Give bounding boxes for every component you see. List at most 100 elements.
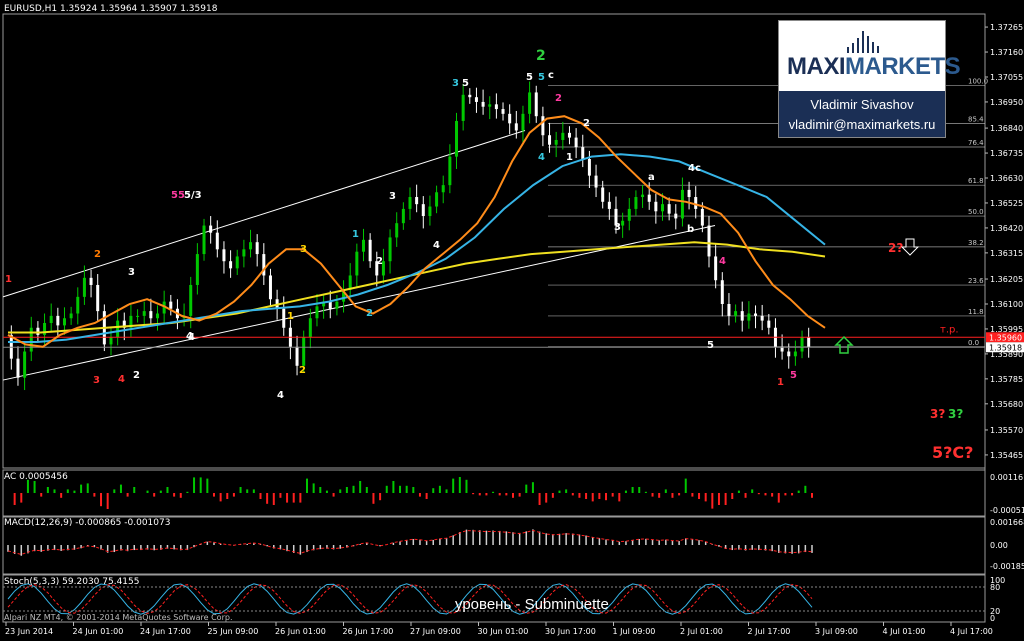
candle-body <box>195 254 199 285</box>
current-price-label: 1.35918 <box>989 343 1022 352</box>
candle-body <box>760 315 764 321</box>
wave-label: 2 <box>376 256 383 267</box>
candle-body <box>415 197 419 205</box>
fib-label: 0.0 <box>968 339 979 347</box>
candle-body <box>521 113 525 131</box>
wave-label: 2 <box>94 249 101 260</box>
candle-body <box>587 158 591 176</box>
candle-body <box>501 109 505 114</box>
price-tick-label: 1.35680 <box>990 400 1023 409</box>
candle-body <box>242 249 246 257</box>
candle-body <box>474 97 478 102</box>
price-tick-label: 1.36315 <box>990 249 1023 258</box>
candle-body <box>601 187 605 202</box>
candle-body <box>268 275 272 300</box>
price-tick-label: 1.37265 <box>990 23 1023 32</box>
logo-bars-icon <box>847 29 887 53</box>
wave-degree-caption: уровень - Subminuette <box>455 596 609 613</box>
candle-body <box>554 139 558 145</box>
price-tick-label: 1.36525 <box>990 199 1023 208</box>
price-tick-label: 1.37055 <box>990 73 1023 82</box>
candle-body <box>647 194 651 202</box>
time-axis: 23 Jun 2014 24 Jun 01:00 24 Jun 17:00 25 Ju… <box>5 622 993 636</box>
candle-body <box>308 318 312 338</box>
candle-body <box>368 239 372 262</box>
candle-body <box>747 313 751 321</box>
candle-body <box>169 301 173 309</box>
candle-body <box>69 313 73 319</box>
time-tick-label: 26 Jun 01:00 <box>275 627 326 636</box>
candle-body <box>621 220 625 226</box>
candle-body <box>607 201 611 209</box>
candle-body <box>481 101 485 107</box>
candle-body <box>734 311 738 316</box>
macd-signal-line <box>7 529 813 555</box>
wave-label: 1 <box>566 152 573 163</box>
wave-label: c <box>548 70 554 81</box>
price-tick-label: 1.35465 <box>990 451 1023 460</box>
wave-label: 5/3 <box>184 190 202 201</box>
candle-body <box>548 135 552 145</box>
candle-body <box>800 337 804 352</box>
candle-body <box>807 337 811 347</box>
wave-label: 1 <box>5 274 12 285</box>
candle-body <box>295 346 299 366</box>
candle-body <box>687 189 691 198</box>
time-tick-label: 23 Jun 2014 <box>5 627 53 636</box>
candle-body <box>654 201 658 212</box>
author-email: vladimir@maximarkets.ru <box>788 117 936 132</box>
time-tick-label: 27 Jun 09:00 <box>410 627 461 636</box>
candle-body <box>408 197 412 209</box>
candle-body <box>215 232 219 250</box>
candle-body <box>149 311 153 319</box>
candle-body <box>720 280 724 304</box>
candle-body <box>494 104 498 110</box>
candle-body <box>401 208 405 224</box>
candle-body <box>109 337 113 345</box>
wave-label: 4c <box>688 163 701 174</box>
wave-label: 2 <box>299 365 306 376</box>
candle-body <box>255 242 259 255</box>
level-price-label: 1.35960 <box>989 333 1022 342</box>
candle-body <box>202 225 206 255</box>
wave-label: 4 <box>277 390 284 401</box>
price-axis: 1.37265 1.37160 1.37055 1.36950 1.36840 1.367… <box>985 23 1024 460</box>
indicator-tick: 0.00 <box>990 541 1008 550</box>
candle-body <box>315 306 319 319</box>
wave-label: 5 <box>538 72 545 83</box>
wave-label: 2 <box>583 118 590 129</box>
candle-body <box>441 185 445 193</box>
time-tick-label: 3 Jul 09:00 <box>815 627 858 636</box>
candle-body <box>707 225 711 257</box>
macd-header: MACD(12,26,9) -0.000865 -0.001073 <box>4 518 171 528</box>
indicator-tick: 0 <box>990 614 995 623</box>
candle-body <box>488 104 492 107</box>
fib-label: 38.2 <box>968 239 984 247</box>
copyright: Alpari NZ MT4, © 2001-2014 MetaQuotes So… <box>4 613 233 622</box>
price-tick-label: 1.36420 <box>990 224 1023 233</box>
candle-body <box>56 315 60 326</box>
candle-body <box>302 337 306 366</box>
wave-label: 2 <box>536 48 546 64</box>
candle-body <box>793 351 797 357</box>
price-tick-label: 1.37160 <box>990 48 1023 57</box>
candle-body <box>508 113 512 124</box>
candle-body <box>249 242 253 250</box>
author-box: Vladimir Sivashov vladimir@maximarkets.r… <box>779 91 945 137</box>
candle-body <box>674 213 678 219</box>
candle-body <box>694 197 698 209</box>
wave-label: 3 <box>389 191 396 202</box>
candle-body <box>641 194 645 198</box>
wave-label: 1 <box>352 229 359 240</box>
wave-label: 2 <box>555 93 562 104</box>
time-tick-label: 24 Jun 17:00 <box>140 627 191 636</box>
candle-body <box>627 208 631 221</box>
candle-body <box>528 92 532 114</box>
candle-body <box>727 303 731 316</box>
wave-label: 4 <box>188 332 195 343</box>
candle-body <box>229 261 233 269</box>
time-tick-label: 2 Jul 17:00 <box>748 627 791 636</box>
fib-label: 61.8 <box>968 177 984 185</box>
candle-body <box>541 116 545 136</box>
author-name: Vladimir Sivashov <box>810 97 914 112</box>
